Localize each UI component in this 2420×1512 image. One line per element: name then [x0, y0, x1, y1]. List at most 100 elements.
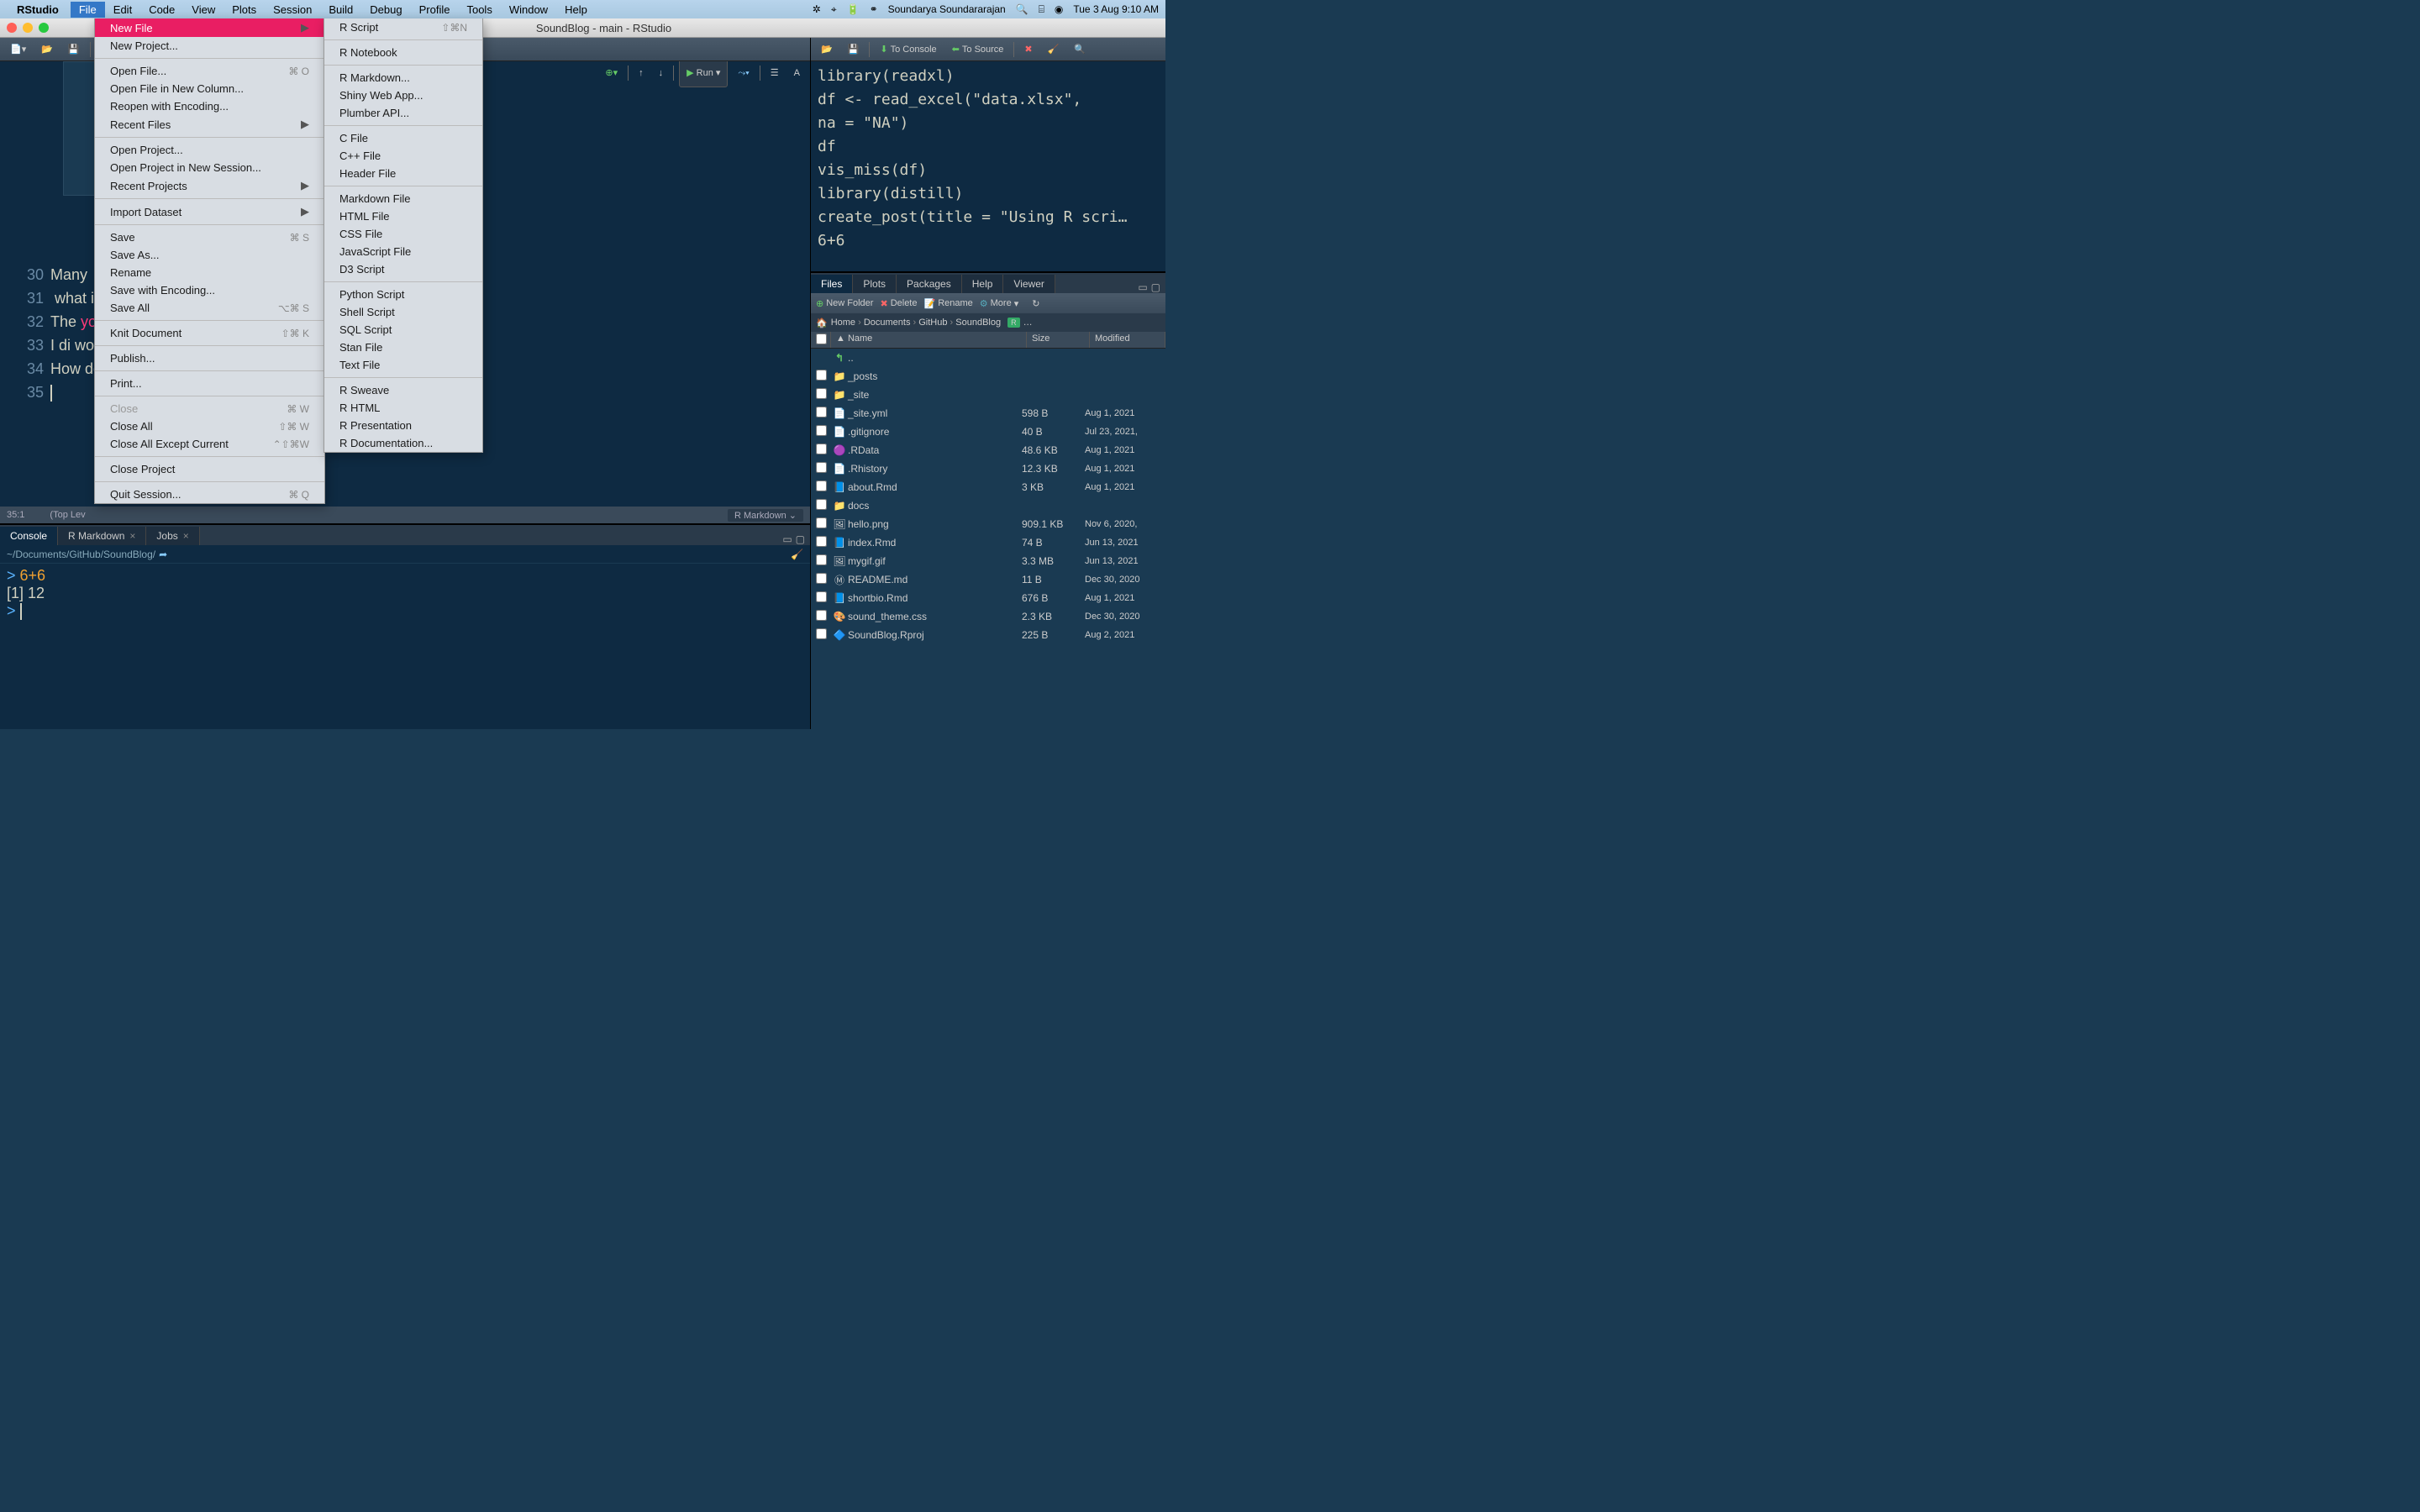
- menu-item-open-project-in-new-session-[interactable]: Open Project in New Session...: [95, 159, 324, 176]
- save-button[interactable]: 💾: [63, 42, 85, 56]
- minimize-pane-icon[interactable]: ▭: [1138, 281, 1147, 293]
- go-next-button[interactable]: ↓: [654, 61, 669, 87]
- file-hello-png[interactable]: 🖼hello.png909.1 KBNov 6, 2020,: [811, 515, 1165, 533]
- console-output[interactable]: > 6+6[1] 12>: [0, 564, 810, 729]
- status-icon[interactable]: ✲: [813, 3, 821, 15]
- menu-item-recent-files[interactable]: Recent Files▶: [95, 115, 324, 134]
- file-about-rmd[interactable]: 📘about.Rmd3 KBAug 1, 2021: [811, 478, 1165, 496]
- menu-item-r-presentation[interactable]: R Presentation: [324, 417, 482, 434]
- file-soundblog-rproj[interactable]: 🔷SoundBlog.Rproj225 BAug 2, 2021: [811, 626, 1165, 644]
- new-folder-button[interactable]: ⊕ New Folder: [816, 298, 873, 309]
- menu-view[interactable]: View: [183, 2, 224, 18]
- menu-file[interactable]: File: [71, 2, 105, 18]
- tab-help[interactable]: Help: [962, 275, 1004, 293]
- select-all-checkbox[interactable]: [816, 333, 827, 344]
- remove-history-button[interactable]: ✖: [1019, 42, 1037, 56]
- r-badge-icon[interactable]: R: [1007, 318, 1020, 328]
- file-shortbio-rmd[interactable]: 📘shortbio.Rmd676 BAug 1, 2021: [811, 589, 1165, 607]
- load-history-button[interactable]: 📂: [816, 42, 838, 56]
- menu-item-import-dataset[interactable]: Import Dataset▶: [95, 202, 324, 221]
- insert-chunk-button[interactable]: ⊕▾: [600, 61, 623, 87]
- menu-item-r-notebook[interactable]: R Notebook: [324, 44, 482, 61]
- to-console-button[interactable]: ⬇ To Console: [875, 42, 941, 56]
- code-overview[interactable]: [63, 61, 97, 196]
- go-prev-button[interactable]: ↑: [634, 61, 649, 87]
- menu-item-shell-script[interactable]: Shell Script: [324, 303, 482, 321]
- history-content[interactable]: library(readxl) df <- read_excel("data.x…: [811, 61, 1165, 271]
- more-button[interactable]: ⚙ More ▾: [980, 298, 1018, 309]
- menu-plots[interactable]: Plots: [224, 2, 265, 18]
- menu-item-new-project-[interactable]: New Project...: [95, 37, 324, 55]
- menu-profile[interactable]: Profile: [411, 2, 459, 18]
- file-index-rmd[interactable]: 📘index.Rmd74 BJun 13, 2021: [811, 533, 1165, 552]
- go-to-dir-icon[interactable]: ➦: [159, 549, 167, 560]
- menu-item-save-all[interactable]: Save All⌥⌘ S: [95, 299, 324, 317]
- modified-column[interactable]: Modified: [1090, 332, 1165, 348]
- size-column[interactable]: Size: [1027, 332, 1090, 348]
- file-mygif-gif[interactable]: 🖼mygif.gif3.3 MBJun 13, 2021: [811, 552, 1165, 570]
- link-icon[interactable]: ⚭: [870, 3, 878, 15]
- language-selector[interactable]: R Markdown ⌄: [728, 509, 803, 522]
- file--gitignore[interactable]: 📄.gitignore40 BJul 23, 2021,: [811, 423, 1165, 441]
- crumb-soundblog[interactable]: SoundBlog: [955, 318, 1001, 328]
- menu-item-save[interactable]: Save⌘ S: [95, 228, 324, 246]
- crumb-documents[interactable]: Documents: [864, 318, 911, 328]
- menu-item-recent-projects[interactable]: Recent Projects▶: [95, 176, 324, 195]
- tab-files[interactable]: Files: [811, 275, 853, 293]
- menu-help[interactable]: Help: [556, 2, 596, 18]
- menu-item-shiny-web-app-[interactable]: Shiny Web App...: [324, 87, 482, 104]
- menu-item-javascript-file[interactable]: JavaScript File: [324, 243, 482, 260]
- menu-item-python-script[interactable]: Python Script: [324, 286, 482, 303]
- menu-item-plumber-api-[interactable]: Plumber API...: [324, 104, 482, 122]
- menu-item-save-with-encoding-[interactable]: Save with Encoding...: [95, 281, 324, 299]
- menu-session[interactable]: Session: [265, 2, 320, 18]
- spotlight-icon[interactable]: 🔍: [1016, 3, 1028, 15]
- menu-item-print-[interactable]: Print...: [95, 375, 324, 392]
- menu-item-d-script[interactable]: D3 Script: [324, 260, 482, 278]
- file-readme-md[interactable]: ⓂREADME.md11 BDec 30, 2020: [811, 570, 1165, 589]
- menu-item-rename[interactable]: Rename: [95, 264, 324, 281]
- name-column[interactable]: ▲ Name: [831, 332, 1027, 348]
- file--rdata[interactable]: 🟣.RData48.6 KBAug 1, 2021: [811, 441, 1165, 459]
- rename-button[interactable]: 📝 Rename: [923, 298, 972, 309]
- outline-button[interactable]: ☰: [765, 61, 784, 87]
- bluetooth-icon[interactable]: ⌖: [831, 3, 837, 16]
- menu-item-r-html[interactable]: R HTML: [324, 399, 482, 417]
- home-icon[interactable]: 🏠: [816, 318, 828, 328]
- file-docs[interactable]: 📁docs: [811, 496, 1165, 515]
- menu-item-r-markdown-[interactable]: R Markdown...: [324, 69, 482, 87]
- tab-console[interactable]: Console: [0, 527, 58, 545]
- menu-item-c-file[interactable]: C++ File: [324, 147, 482, 165]
- maximize-pane-icon[interactable]: ▢: [796, 533, 805, 545]
- menu-window[interactable]: Window: [501, 2, 556, 18]
- tab-viewer[interactable]: Viewer: [1003, 275, 1055, 293]
- menu-item-publish-[interactable]: Publish...: [95, 349, 324, 367]
- menu-edit[interactable]: Edit: [105, 2, 140, 18]
- clear-console-icon[interactable]: 🧹: [791, 549, 803, 560]
- menu-item-quit-session-[interactable]: Quit Session...⌘ Q: [95, 486, 324, 503]
- open-file-button[interactable]: 📂: [36, 42, 58, 56]
- search-history-input[interactable]: 🔍: [1069, 42, 1091, 56]
- file--site-yml[interactable]: 📄_site.yml598 BAug 1, 2021: [811, 404, 1165, 423]
- minimize-pane-icon[interactable]: ▭: [782, 533, 792, 545]
- menu-item-header-file[interactable]: Header File: [324, 165, 482, 182]
- maximize-pane-icon[interactable]: ▢: [1151, 281, 1160, 293]
- menu-debug[interactable]: Debug: [361, 2, 410, 18]
- menu-item-close-all[interactable]: Close All⇧⌘ W: [95, 417, 324, 435]
- file--posts[interactable]: 📁_posts: [811, 367, 1165, 386]
- refresh-button[interactable]: ↻: [1032, 298, 1039, 309]
- menu-item-css-file[interactable]: CSS File: [324, 225, 482, 243]
- user-name[interactable]: Soundarya Soundararajan: [888, 3, 1006, 15]
- menu-item-close-all-except-current[interactable]: Close All Except Current⌃⇧⌘W: [95, 435, 324, 453]
- menu-item-reopen-with-encoding-[interactable]: Reopen with Encoding...: [95, 97, 324, 115]
- clear-history-button[interactable]: 🧹: [1043, 42, 1065, 56]
- menu-item-text-file[interactable]: Text File: [324, 356, 482, 374]
- menu-item-sql-script[interactable]: SQL Script: [324, 321, 482, 339]
- battery-icon[interactable]: 🔋: [847, 3, 860, 15]
- menu-item-open-file-in-new-column-[interactable]: Open File in New Column...: [95, 80, 324, 97]
- clock[interactable]: Tue 3 Aug 9:10 AM: [1073, 3, 1159, 15]
- window-maximize-button[interactable]: [39, 23, 49, 33]
- more-path-icon[interactable]: …: [1023, 318, 1033, 328]
- menu-code[interactable]: Code: [140, 2, 183, 18]
- menu-item-close-project[interactable]: Close Project: [95, 460, 324, 478]
